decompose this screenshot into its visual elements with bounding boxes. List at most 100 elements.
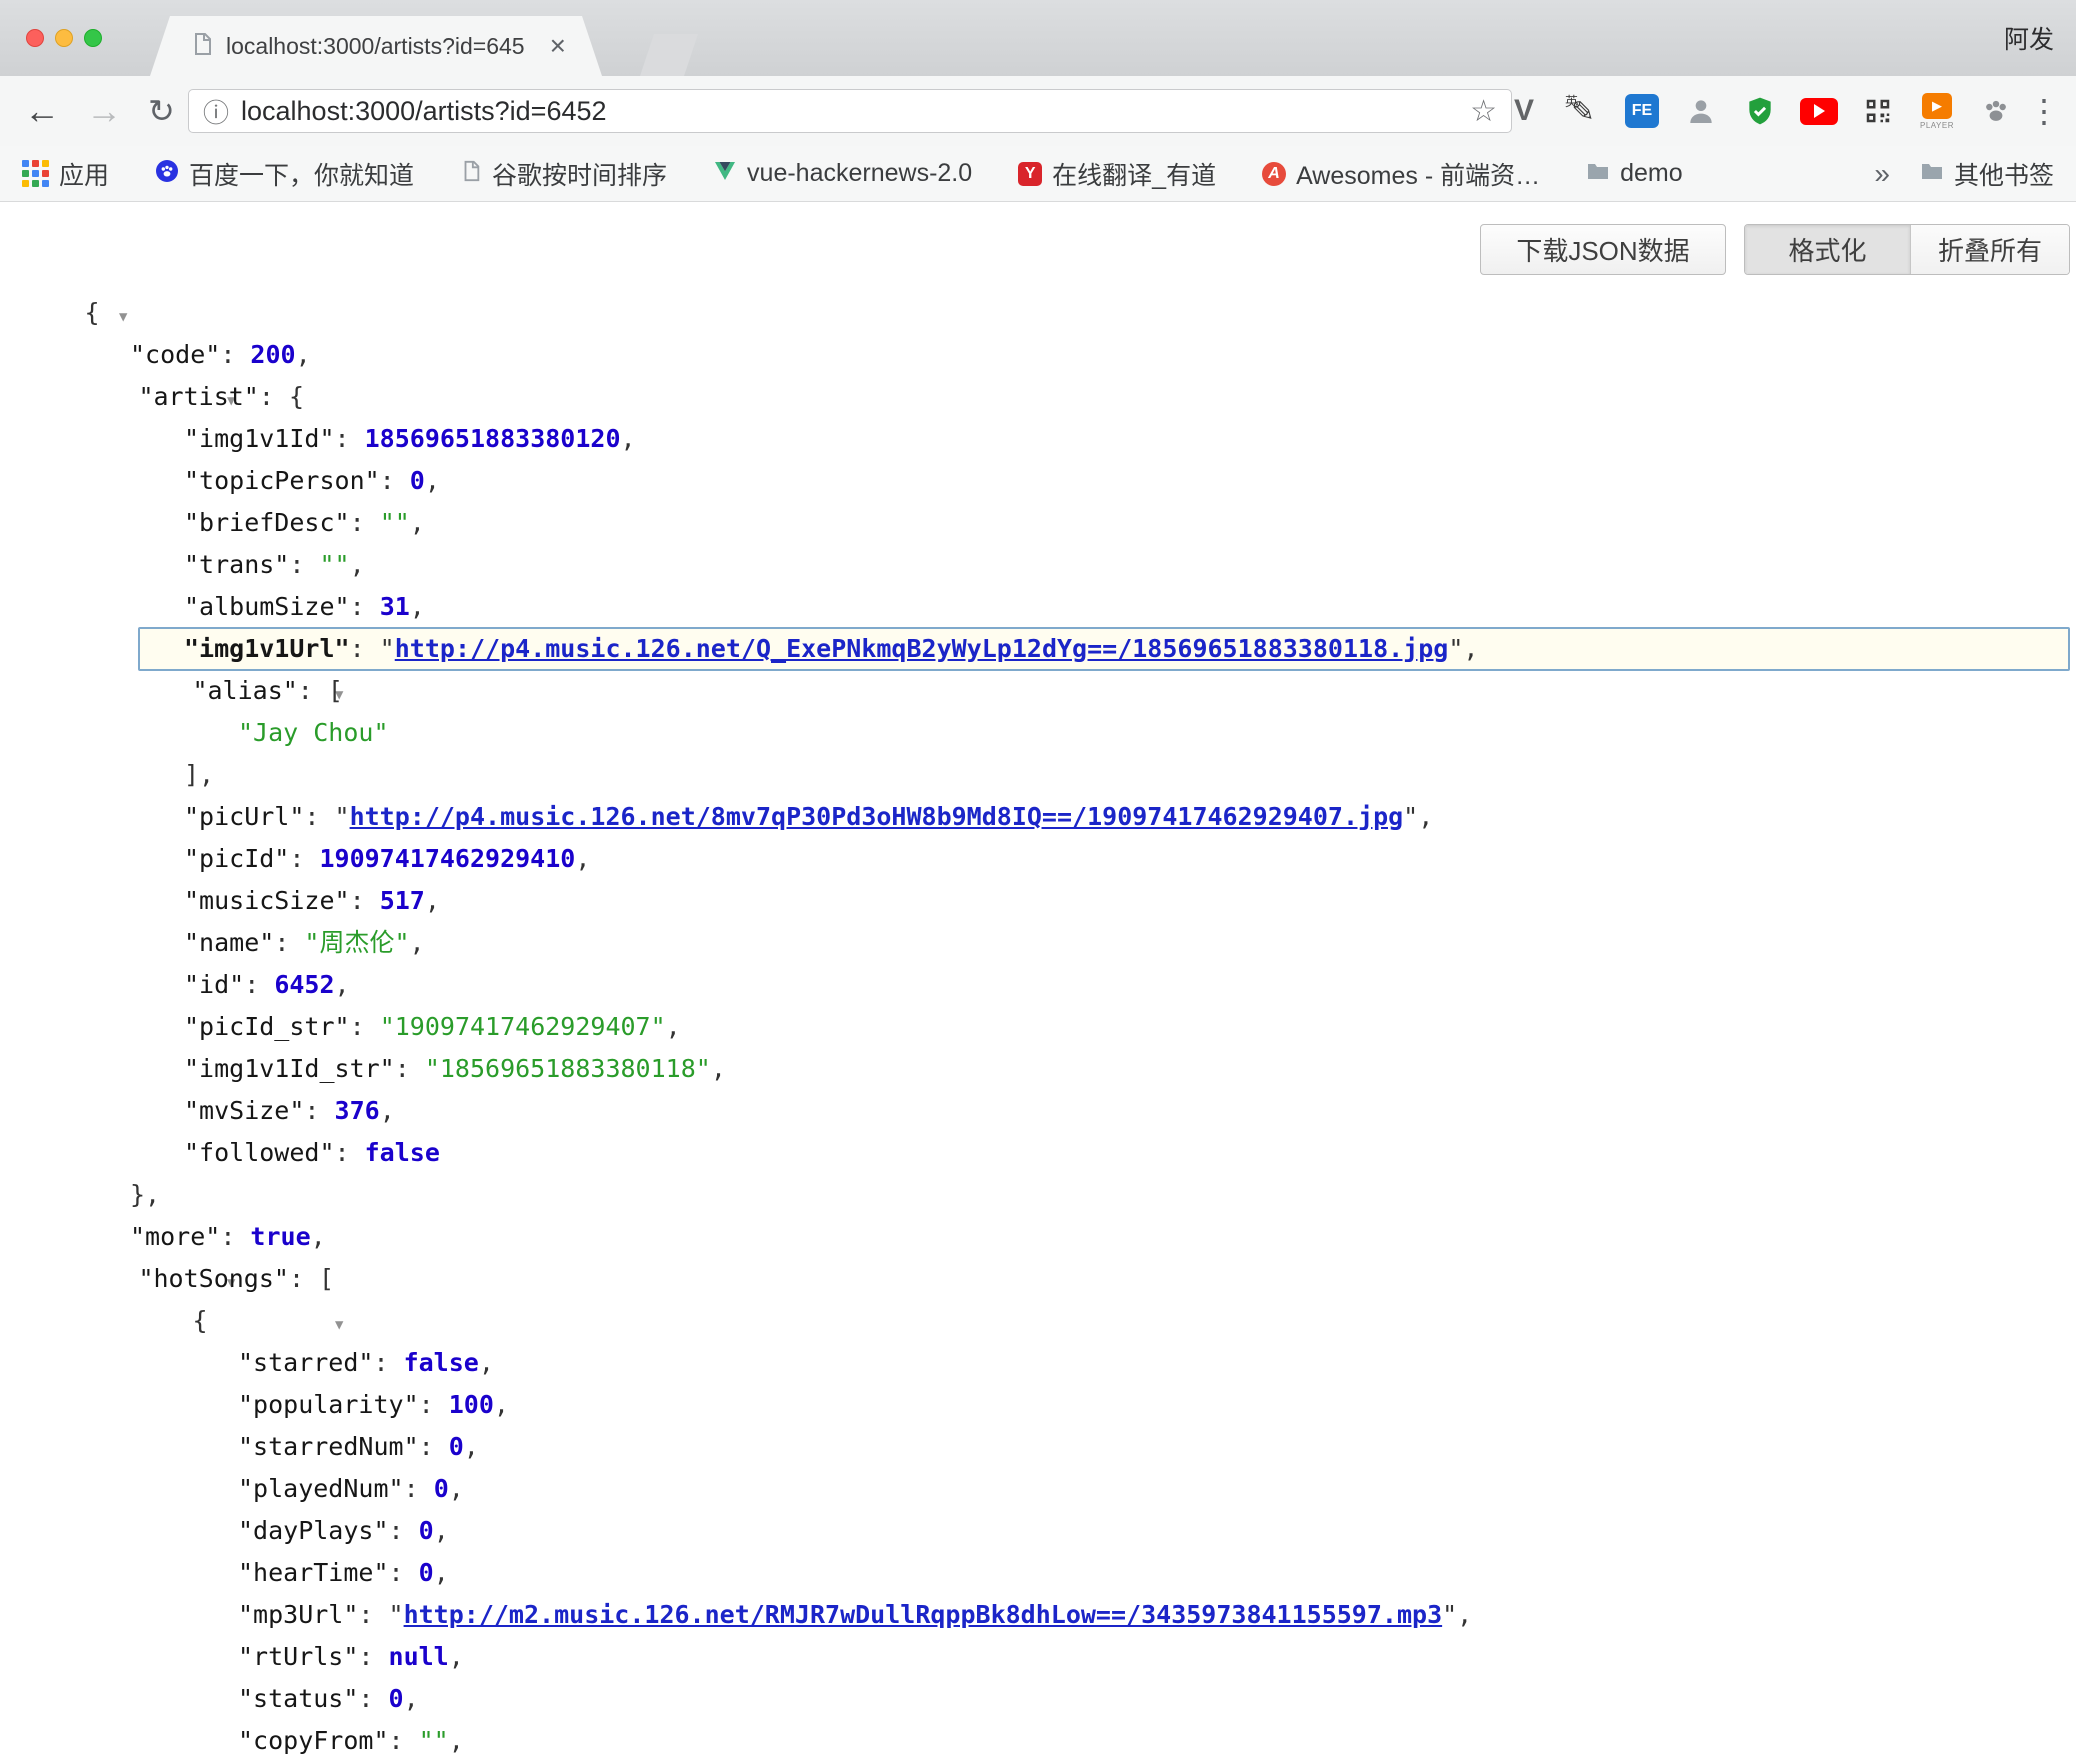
bookmark-label: 百度一下，你就知道 — [189, 156, 414, 192]
bookmark-google-sort[interactable]: 谷歌按时间排序 — [460, 156, 667, 192]
fehelper-extension-icon[interactable]: FE — [1624, 89, 1660, 133]
profile-name[interactable]: 阿发 — [2004, 0, 2054, 76]
json-token: : — [389, 1726, 419, 1754]
bookmark-baidu[interactable]: 百度一下，你就知道 — [155, 156, 414, 192]
json-token: "" — [319, 550, 349, 579]
json-token: , — [311, 1222, 326, 1251]
json-line: }, — [0, 1174, 2076, 1216]
collapse-toggle-icon[interactable]: ▼ — [119, 309, 127, 325]
bookmark-label: demo — [1620, 159, 1683, 188]
json-line: ], — [0, 754, 2076, 796]
site-info-icon[interactable]: ⓘ — [203, 93, 229, 130]
json-line: "id": 6452, — [0, 964, 2076, 1006]
json-line: "picId_str": "19097417462929407", — [0, 1006, 2076, 1048]
translate-pen-extension-icon[interactable]: ✎ 英 — [1565, 89, 1601, 133]
json-token: "id" — [184, 970, 244, 999]
json-token: "topicPerson" — [184, 466, 380, 495]
qrcode-extension-icon[interactable] — [1860, 89, 1896, 133]
json-token: ", — [1442, 1600, 1472, 1629]
json-token: 0 — [449, 1432, 464, 1461]
json-token: }, — [130, 1180, 160, 1209]
json-token: "musicSize" — [184, 886, 350, 915]
bookmark-label: 其他书签 — [1954, 156, 2054, 192]
json-token: null — [389, 1642, 449, 1671]
player-extension-icon[interactable]: ▶ PLAYER — [1919, 89, 1955, 133]
json-token: "dayPlays" — [238, 1516, 389, 1545]
bookmarks-overflow-chevron-icon[interactable]: » — [1874, 158, 1890, 190]
url-bar[interactable]: ⓘ localhost:3000/artists?id=6452 ☆ — [188, 89, 1512, 133]
json-line: "picUrl": "http://p4.music.126.net/8mv7q… — [0, 796, 2076, 838]
tab-close-icon[interactable]: × — [548, 32, 568, 60]
json-token: : — [350, 592, 380, 621]
other-bookmarks-folder[interactable]: 其他书签 — [1920, 156, 2054, 192]
shield-extension-icon[interactable] — [1742, 89, 1778, 133]
json-line: "albumSize": 31, — [0, 586, 2076, 628]
minimize-window-button[interactable] — [55, 29, 73, 47]
back-button[interactable]: ← — [24, 76, 60, 146]
json-line: "Jay Chou" — [0, 712, 2076, 754]
bookmark-apps[interactable]: 应用 — [22, 156, 109, 192]
json-url-link[interactable]: http://p4.music.126.net/Q_ExePNkmqB2yWyL… — [395, 634, 1449, 663]
fullscreen-window-button[interactable] — [84, 29, 102, 47]
json-token: , — [425, 466, 440, 495]
json-line: "trans": "", — [0, 544, 2076, 586]
json-url-link[interactable]: http://m2.music.126.net/RMJR7wDullRqppBk… — [404, 1600, 1443, 1629]
browser-menu-icon[interactable]: ⋮ — [2028, 76, 2060, 146]
translate-badge: 英 — [1565, 91, 1578, 110]
json-line: "copyFrom": "", — [0, 1720, 2076, 1754]
json-line: "mp3Url": "http://m2.music.126.net/RMJR7… — [0, 1594, 2076, 1636]
json-token: 0 — [389, 1684, 404, 1713]
json-token: : — [335, 424, 365, 453]
bookmark-youdao-translate[interactable]: Y 在线翻译_有道 — [1018, 156, 1216, 192]
forward-button[interactable]: → — [86, 76, 122, 146]
bookmark-awesomes[interactable]: A Awesomes - 前端资… — [1262, 156, 1540, 192]
json-token: "briefDesc" — [184, 508, 350, 537]
json-token: , — [434, 1516, 449, 1545]
profile-person-extension-icon[interactable] — [1683, 89, 1719, 133]
json-token: : — [389, 1558, 419, 1587]
json-token: , — [494, 1390, 509, 1419]
json-token: ", — [1448, 634, 1478, 663]
url-input[interactable]: localhost:3000/artists?id=6452 — [241, 96, 1458, 127]
json-line: "popularity": 100, — [0, 1384, 2076, 1426]
json-token: "img1v1Id_str" — [184, 1054, 395, 1083]
bookmark-demo-folder[interactable]: demo — [1586, 159, 1683, 188]
json-token: "picUrl" — [184, 802, 304, 831]
bookmark-star-icon[interactable]: ☆ — [1470, 94, 1497, 129]
json-token: 100 — [449, 1390, 494, 1419]
paw-extension-icon[interactable] — [1978, 89, 2014, 133]
download-json-button[interactable]: 下载JSON数据 — [1480, 224, 1726, 275]
json-token: , — [296, 340, 311, 369]
close-window-button[interactable] — [26, 29, 44, 47]
json-token: "starred" — [238, 1348, 373, 1377]
play-icon: ▶ — [1922, 93, 1952, 119]
json-line: ▼"alias": [ — [0, 670, 2076, 712]
json-token: 31 — [380, 592, 410, 621]
collapse-all-button[interactable]: 折叠所有 — [1911, 225, 2069, 274]
json-token: : — [389, 1516, 419, 1545]
json-token: 6452 — [274, 970, 334, 999]
json-token: : — [289, 550, 319, 579]
json-line: "more": true, — [0, 1216, 2076, 1258]
json-url-link[interactable]: http://p4.music.126.net/8mv7qP30Pd3oHW8b… — [350, 802, 1404, 831]
json-line: "briefDesc": "", — [0, 502, 2076, 544]
json-token: "picId_str" — [184, 1012, 350, 1041]
format-button[interactable]: 格式化 — [1745, 225, 1911, 274]
json-token: , — [380, 1096, 395, 1125]
reload-button[interactable]: ↻ — [148, 76, 175, 146]
vimium-extension-icon[interactable]: V — [1506, 89, 1542, 133]
json-token: "周杰伦" — [304, 928, 409, 957]
collapse-toggle-icon[interactable]: ▼ — [335, 1317, 343, 1333]
json-token: "18569651883380118" — [425, 1054, 711, 1083]
page-favicon-icon — [190, 32, 214, 61]
json-token: , — [350, 550, 365, 579]
new-tab-button[interactable] — [640, 34, 698, 76]
json-token: "img1v1Url" — [184, 634, 350, 663]
extension-icons-row: V ✎ 英 FE ▶ PLAYER — [1506, 76, 2014, 146]
youtube-extension-icon[interactable] — [1801, 89, 1837, 133]
json-line: ▼{ — [0, 1300, 2076, 1342]
json-line: "starredNum": 0, — [0, 1426, 2076, 1468]
bookmark-vue-hackernews[interactable]: vue-hackernews-2.0 — [713, 159, 972, 188]
json-token: "artist" — [138, 382, 258, 411]
browser-tab[interactable]: localhost:3000/artists?id=645 × — [150, 16, 602, 76]
